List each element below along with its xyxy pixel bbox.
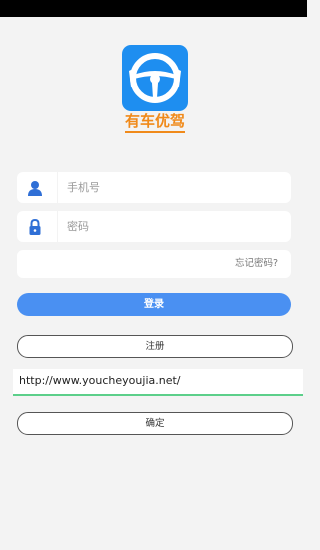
forgot-password-row: 忘记密码? (17, 250, 291, 278)
status-bar (0, 0, 307, 17)
phone-field[interactable]: 手机号 (17, 172, 291, 203)
server-url-field[interactable]: http://www.youcheyoujia.net/ (13, 369, 303, 396)
password-input[interactable]: 密码 (67, 211, 89, 242)
logo-underline (125, 131, 185, 133)
input-focus-underline (13, 394, 303, 396)
app-logo: 有车优驾 (122, 45, 188, 133)
logo-text: 有车优驾 (124, 112, 185, 130)
field-divider (57, 172, 58, 203)
user-icon (26, 179, 44, 197)
password-field[interactable]: 密码 (17, 211, 291, 242)
lock-icon (26, 218, 44, 236)
field-divider (57, 211, 58, 242)
phone-input[interactable]: 手机号 (67, 172, 100, 203)
confirm-button[interactable]: 确定 (17, 412, 293, 435)
steering-wheel-icon (122, 45, 188, 111)
forgot-password-link[interactable]: 忘记密码? (235, 250, 278, 278)
server-url-input[interactable]: http://www.youcheyoujia.net/ (19, 369, 181, 393)
register-button[interactable]: 注册 (17, 335, 293, 358)
login-button[interactable]: 登录 (17, 293, 291, 316)
